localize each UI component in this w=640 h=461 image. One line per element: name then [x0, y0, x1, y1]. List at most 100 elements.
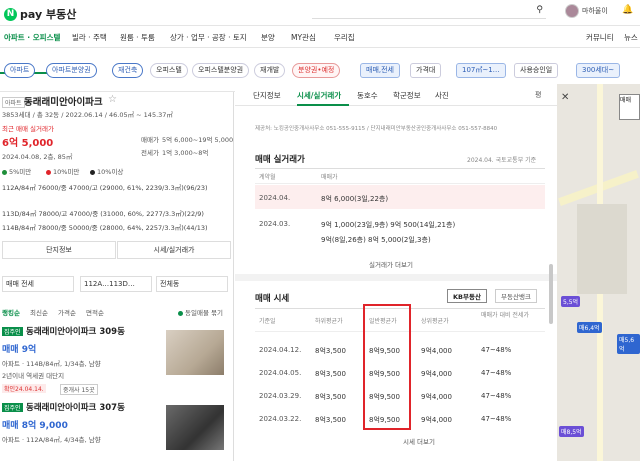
price-info-button[interactable]: 시세/실거래가	[117, 241, 231, 259]
avatar[interactable]	[565, 4, 579, 18]
price-marker[interactable]: 매5,6억	[617, 334, 640, 354]
area-price-row: 114B/84㎡ 78000/중 50000/중 (28000, 64%, 22…	[2, 224, 208, 232]
filter-apartment[interactable]: 아파트	[4, 63, 36, 78]
nav-commercial[interactable]: 상가 · 업무 · 공장 · 토지	[170, 32, 247, 43]
map-block	[577, 204, 627, 294]
filter-apartment-presale-right[interactable]: 아파트분양권	[46, 63, 97, 78]
market-more-link[interactable]: 시세 더보기	[403, 436, 435, 446]
listing-desc: 아파트 · 114B/84㎡, 1/34층, 남향	[2, 360, 101, 368]
confirm-date: 확인24.04.14.	[2, 384, 46, 393]
bell-icon[interactable]: 🔔	[622, 5, 633, 15]
star-icon[interactable]: ☆	[108, 94, 117, 105]
market-high: 9억4,000	[421, 370, 452, 378]
nav-presale[interactable]: 분양	[261, 32, 275, 43]
owner-badge: 집주인	[2, 403, 23, 412]
nav-news[interactable]: 뉴스	[624, 32, 638, 43]
tab-complex-info[interactable]: 단지정보	[253, 90, 281, 101]
sort-price[interactable]: 가격순	[58, 307, 76, 317]
nav-villa-house[interactable]: 빌라 · 주택	[72, 32, 107, 43]
bank-tab[interactable]: 부동산뱅크	[495, 289, 537, 303]
area-select[interactable]: 112A…113D…	[80, 276, 152, 292]
market-head-low: 하위평균가	[315, 318, 343, 325]
building-select[interactable]: 전체동	[156, 276, 228, 292]
listing-title[interactable]: 동래래미안아이파크 309동	[26, 325, 125, 337]
filter-reconstruction[interactable]: 재건축	[112, 63, 144, 78]
filter-redevelopment[interactable]: 재개발	[254, 63, 286, 78]
listing-desc: 아파트 · 112A/84㎡, 4/34층, 남향	[2, 436, 101, 444]
price-marker[interactable]: 매6,4억	[577, 322, 602, 333]
filter-households[interactable]: 300세대~	[576, 63, 621, 78]
sort-area[interactable]: 면적순	[86, 307, 104, 317]
map-view[interactable]: ✕ 매매 5,5억 매6,4억 매8,5억 매5,6억	[557, 84, 640, 461]
legend-dot-green	[2, 169, 7, 175]
nav-community[interactable]: 커뮤니티	[586, 32, 614, 43]
listing-photo[interactable]	[166, 330, 224, 375]
jeonse-range: 1억 3,000~8억	[162, 149, 209, 157]
market-date: 2024.03.22.	[259, 415, 302, 423]
filter-approval-date[interactable]: 사용승인일	[514, 63, 559, 78]
complex-subinfo: 3853세대 / 총 32동 / 2022.06.14 / 46.05㎡ ~ 1…	[2, 111, 173, 119]
type-badge: 아파트	[2, 97, 25, 108]
market-ratio: 47~48%	[481, 392, 512, 400]
scrollbar[interactable]	[549, 264, 553, 324]
tab-photos[interactable]: 사진	[435, 90, 449, 101]
tab-price[interactable]: 시세/실거래가	[297, 90, 341, 101]
search-input[interactable]: ⚲	[312, 4, 546, 19]
recent-trade-label: 최근 매매 실거래가	[2, 125, 54, 133]
toggle-dot	[178, 310, 183, 316]
filter-area[interactable]: 107㎡~1…	[456, 63, 506, 78]
trade-row-highlight	[255, 185, 545, 209]
sort-ranking[interactable]: 랭킹순	[2, 307, 20, 317]
sort-latest[interactable]: 최신순	[30, 307, 48, 317]
nav-oneroom[interactable]: 원룸 · 투룸	[120, 32, 155, 43]
search-icon[interactable]: ⚲	[536, 5, 543, 15]
trade-more-link[interactable]: 실거래가 더보기	[369, 259, 413, 269]
sale-range: 5억 6,000~19억 5,000	[162, 136, 234, 144]
tab-units[interactable]: 동호수	[357, 90, 378, 101]
user-name[interactable]: 마하울이	[582, 6, 608, 16]
trade-source: 2024.04. 국토교통부 기준	[467, 157, 537, 164]
filter-price-range[interactable]: 가격대	[410, 63, 442, 78]
filter-presale-scheduled[interactable]: 분양권•예정	[292, 63, 341, 78]
legend-dot-black	[90, 169, 95, 175]
kb-tab[interactable]: KB부동산	[447, 289, 487, 303]
market-date: 2024.03.29.	[259, 392, 302, 400]
trade-section-title: 매매 실거래가	[255, 155, 305, 165]
recent-trade-date: 2024.04.08, 2층, 85㎡	[2, 153, 73, 161]
share-button[interactable]: 평	[535, 90, 541, 100]
naver-pay-logo[interactable]: N pay 부동산	[4, 6, 76, 22]
jeonse-range-label: 전세가	[141, 149, 159, 157]
tab-indicator	[297, 104, 349, 106]
filter-officetel-presale-right[interactable]: 오피스텔분양권	[192, 63, 250, 78]
trade-price: 8억 6,000(3일,22층)	[321, 195, 389, 203]
market-low: 8억3,500	[315, 416, 346, 424]
area-price-row: 112A/84㎡ 76000/중 47000/고 (29000, 61%, 22…	[2, 184, 208, 192]
trade-table-header	[255, 168, 545, 184]
same-listing-toggle[interactable]: 동일매물 묶기	[178, 307, 223, 317]
nav-my-interest[interactable]: MY관심	[291, 32, 316, 43]
market-head-ratio: 매매가 대비 전세가	[481, 312, 529, 319]
market-date: 2024.04.12.	[259, 346, 302, 354]
market-high: 9억4,000	[421, 347, 452, 355]
avg-price-highlight-box	[363, 304, 411, 430]
agency-note: 제공처: 노킹공인중개사사무소 051-555-9115 / 단지내래미안부동산…	[255, 126, 498, 132]
tab-school[interactable]: 학군정보	[393, 90, 421, 101]
market-low: 8억3,500	[315, 347, 346, 355]
complex-title: 동래래미안아이파크	[24, 97, 103, 108]
trade-type-select[interactable]: 매매 전세	[2, 276, 74, 292]
agents-count[interactable]: 중개사 15곳	[60, 384, 98, 395]
nav-apartment-officetel[interactable]: 아파트 · 오피스텔	[4, 32, 60, 43]
listing-title[interactable]: 동래래미안아이파크 307동	[26, 401, 125, 413]
nav-my-home[interactable]: 우리집	[334, 32, 355, 43]
filter-officetel[interactable]: 오피스텔	[150, 63, 188, 78]
filter-trade-type[interactable]: 매매,전세	[360, 63, 400, 78]
close-icon[interactable]: ✕	[561, 92, 569, 103]
complex-info-button[interactable]: 단지정보	[2, 241, 116, 259]
trade-head-month: 계약월	[259, 174, 276, 181]
main-nav: 아파트 · 오피스텔 빌라 · 주택 원룸 · 투룸 상가 · 업무 · 공장 …	[0, 26, 640, 74]
market-head-high: 상위평균가	[421, 318, 449, 325]
listing-photo[interactable]	[166, 405, 224, 450]
map-pin[interactable]: 매매	[619, 94, 640, 120]
price-marker[interactable]: 매8,5억	[559, 426, 584, 437]
price-marker[interactable]: 5,5억	[561, 296, 581, 307]
